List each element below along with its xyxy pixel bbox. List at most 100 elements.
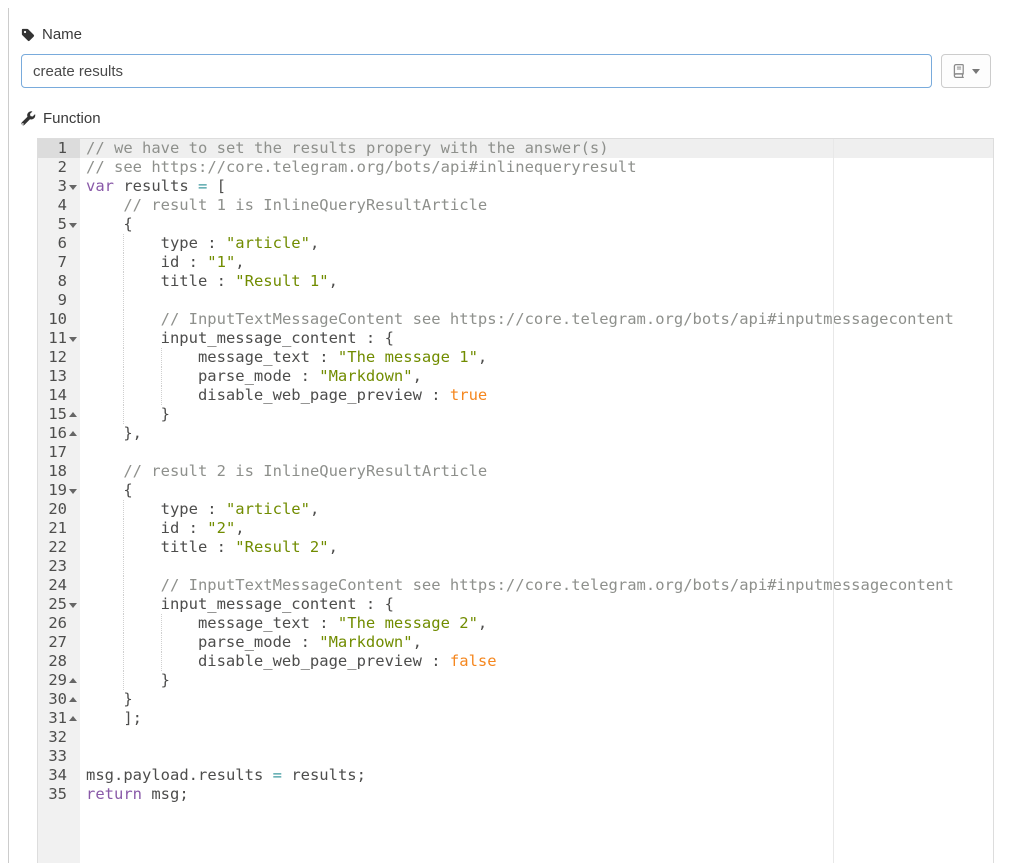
gutter-line-number[interactable]: 35 [38,785,80,804]
gutter-line-number[interactable]: 5 [38,215,80,234]
gutter-line-number[interactable]: 11 [38,329,80,348]
code-line[interactable]: disable_web_page_preview : true [80,386,993,405]
gutter-line-number[interactable]: 26 [38,614,80,633]
code-line[interactable] [80,443,993,462]
function-field-label-row: Function [21,110,101,127]
gutter-line-number[interactable]: 16 [38,424,80,443]
gutter-line-number[interactable]: 19 [38,481,80,500]
gutter-line-number[interactable]: 28 [38,652,80,671]
gutter-line-number[interactable]: 17 [38,443,80,462]
gutter-line-number[interactable]: 21 [38,519,80,538]
gutter-line-number[interactable]: 23 [38,557,80,576]
indent-guide [123,253,160,272]
gutter-line-number[interactable]: 15 [38,405,80,424]
code-line[interactable]: message_text : "The message 1", [80,348,993,367]
name-input[interactable] [21,54,932,88]
fold-open-icon[interactable] [69,223,77,228]
indent-guide [123,633,160,652]
gutter-line-number[interactable]: 30 [38,690,80,709]
code-line[interactable]: type : "article", [80,500,993,519]
code-line[interactable]: // see https://core.telegram.org/bots/ap… [80,158,993,177]
code-line[interactable]: msg.payload.results = results; [80,766,993,785]
code-line[interactable]: }, [80,424,993,443]
code-line[interactable]: return msg; [80,785,993,804]
library-button[interactable] [941,54,991,88]
gutter-line-number[interactable]: 14 [38,386,80,405]
fold-close-icon[interactable] [69,716,77,721]
indent-guide [123,348,160,367]
indent-space [86,709,123,728]
gutter-line-number[interactable]: 12 [38,348,80,367]
code-line[interactable]: var results = [ [80,177,993,196]
fold-close-icon[interactable] [69,412,77,417]
function-field-label: Function [43,110,101,127]
code-line[interactable]: parse_mode : "Markdown", [80,367,993,386]
gutter-line-number[interactable]: 24 [38,576,80,595]
gutter-line-number[interactable]: 4 [38,196,80,215]
code-line[interactable]: input_message_content : { [80,329,993,348]
code-line[interactable]: id : "2", [80,519,993,538]
gutter-line-number[interactable]: 6 [38,234,80,253]
code-line[interactable]: disable_web_page_preview : false [80,652,993,671]
code-line[interactable]: parse_mode : "Markdown", [80,633,993,652]
gutter-line-number[interactable]: 29 [38,671,80,690]
code-line[interactable]: { [80,215,993,234]
code-token: = [273,766,282,784]
fold-open-icon[interactable] [69,185,77,190]
gutter-line-number[interactable]: 20 [38,500,80,519]
code-line[interactable]: } [80,671,993,690]
code-token: message_text : [198,348,338,366]
fold-close-icon[interactable] [69,431,77,436]
code-line[interactable] [80,291,993,310]
code-token: , [235,253,244,271]
indent-space [86,386,123,405]
code-line[interactable]: // InputTextMessageContent see https://c… [80,576,993,595]
code-line[interactable]: ]; [80,709,993,728]
gutter-line-number[interactable]: 18 [38,462,80,481]
indent-space [86,557,123,576]
code-line[interactable]: title : "Result 1", [80,272,993,291]
gutter-line-number[interactable]: 34 [38,766,80,785]
code-token: } [123,690,132,708]
code-line[interactable] [80,747,993,766]
fold-open-icon[interactable] [69,603,77,608]
code-line[interactable]: // InputTextMessageContent see https://c… [80,310,993,329]
gutter-line-number[interactable]: 1 [38,139,80,158]
gutter-line-number[interactable]: 27 [38,633,80,652]
code-line[interactable]: } [80,690,993,709]
code-line[interactable]: { [80,481,993,500]
gutter-line-number[interactable]: 33 [38,747,80,766]
fold-open-icon[interactable] [69,489,77,494]
gutter-line-number[interactable]: 2 [38,158,80,177]
gutter-line-number[interactable]: 8 [38,272,80,291]
code-token: "1" [207,253,235,271]
gutter-line-number[interactable]: 31 [38,709,80,728]
code-token: { [123,215,132,233]
code-line[interactable]: // result 1 is InlineQueryResultArticle [80,196,993,215]
gutter-line-number[interactable]: 32 [38,728,80,747]
fold-close-icon[interactable] [69,697,77,702]
fold-open-icon[interactable] [69,337,77,342]
code-line[interactable]: message_text : "The message 2", [80,614,993,633]
indent-guide [161,348,198,367]
editor-content[interactable]: // we have to set the results propery wi… [80,139,993,863]
gutter-line-number[interactable]: 25 [38,595,80,614]
gutter-line-number[interactable]: 10 [38,310,80,329]
gutter-line-number[interactable]: 9 [38,291,80,310]
code-line[interactable]: input_message_content : { [80,595,993,614]
fold-close-icon[interactable] [69,678,77,683]
code-line[interactable] [80,728,993,747]
code-line[interactable]: // result 2 is InlineQueryResultArticle [80,462,993,481]
gutter-line-number[interactable]: 13 [38,367,80,386]
gutter-line-number[interactable]: 7 [38,253,80,272]
code-token: type : [161,234,226,252]
code-line[interactable]: id : "1", [80,253,993,272]
code-line[interactable]: title : "Result 2", [80,538,993,557]
code-line[interactable]: type : "article", [80,234,993,253]
code-line[interactable] [80,557,993,576]
indent-space [86,462,123,481]
gutter-line-number[interactable]: 3 [38,177,80,196]
code-line[interactable]: // we have to set the results propery wi… [80,139,993,158]
code-line[interactable]: } [80,405,993,424]
gutter-line-number[interactable]: 22 [38,538,80,557]
